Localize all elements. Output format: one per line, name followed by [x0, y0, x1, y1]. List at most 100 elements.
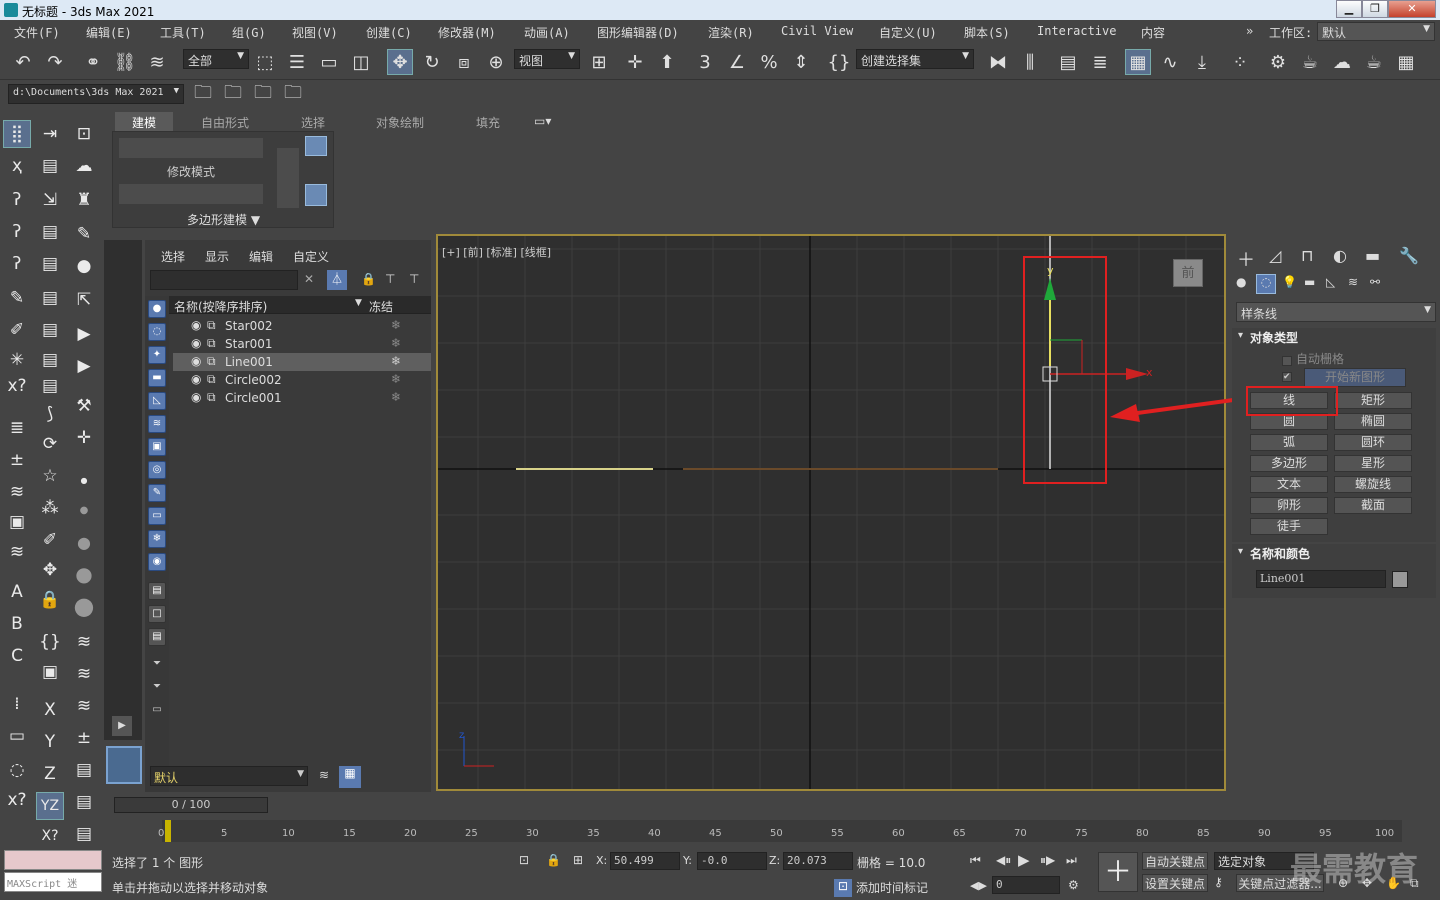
rotate-icon[interactable]: ⟳: [36, 430, 64, 458]
list-item[interactable]: ◉ ⧉ Star002 ❄: [173, 317, 431, 335]
filter-bones-icon[interactable]: ✎: [148, 484, 166, 502]
paint-sphere-icon[interactable]: ●: [70, 252, 98, 280]
filter-containers-icon[interactable]: ▭: [148, 507, 166, 525]
funnel2-icon[interactable]: ⏷: [148, 679, 166, 697]
text-button[interactable]: 文本: [1250, 476, 1328, 493]
clear-search-icon[interactable]: ✕: [304, 272, 314, 286]
axis-yz-icon[interactable]: YZ: [36, 792, 64, 820]
menu-overflow-icon[interactable]: »: [1246, 24, 1253, 38]
stack-icon[interactable]: ≣: [3, 414, 31, 442]
braces-icon[interactable]: {}: [36, 628, 64, 656]
pan-icon[interactable]: ✋: [1386, 876, 1401, 890]
select-by-name-icon[interactable]: ☰: [284, 49, 310, 75]
workspace-dropdown[interactable]: 默认 ▼: [1317, 22, 1435, 41]
snap-icon[interactable]: ʔ: [3, 186, 31, 214]
time-tag-icon[interactable]: ⊡: [834, 879, 852, 897]
start-new-shape-checkbox[interactable]: ✔: [1282, 372, 1292, 382]
tab-object-paint[interactable]: 对象绘制: [370, 112, 430, 131]
expand-arrow-icon[interactable]: ▶: [112, 716, 132, 736]
select-object-icon[interactable]: ⬚: [252, 49, 278, 75]
layers-icon[interactable]: ≋: [3, 478, 31, 506]
category-dropdown[interactable]: 样条线 ▼: [1236, 302, 1436, 322]
play2-icon[interactable]: ▶: [70, 352, 98, 380]
freeze-icon[interactable]: ❄: [391, 390, 401, 404]
geometry-icon[interactable]: ●: [1236, 275, 1246, 289]
rectangle-button[interactable]: 矩形: [1334, 392, 1412, 409]
text-b-icon[interactable]: B: [3, 610, 31, 638]
maximize-viewport-icon[interactable]: ⧉: [1410, 876, 1419, 891]
project-settings-icon[interactable]: 🗀: [280, 82, 306, 108]
absolute-mode-icon[interactable]: ⊞: [573, 853, 583, 867]
window-crossing-icon[interactable]: ◫: [348, 49, 374, 75]
selection-lock-icon[interactable]: 🔒: [546, 853, 561, 867]
create-tab-icon[interactable]: ＋: [1237, 246, 1255, 272]
folder-icon[interactable]: ▭: [148, 702, 166, 720]
viewport-front[interactable]: [+] [前] [标准] [线框] y x z 前: [436, 234, 1226, 791]
ribbon-tool-a-icon[interactable]: [305, 136, 327, 156]
x-coord-field[interactable]: 50.499: [610, 852, 680, 870]
key-filter-icon[interactable]: ⚷: [1214, 875, 1223, 889]
menu-group[interactable]: 组(G): [232, 24, 266, 41]
isolate-icon[interactable]: ⊡: [519, 853, 529, 867]
menu-create[interactable]: 创建(C): [366, 24, 412, 41]
place-icon[interactable]: ⊕: [483, 49, 509, 75]
export-icon[interactable]: ⇲: [36, 186, 64, 214]
list-item[interactable]: ◉ ⧉ Circle001 ❄: [173, 389, 431, 407]
filter-hidden-icon[interactable]: ◉: [148, 553, 166, 571]
select-manipulate-icon[interactable]: ✛: [622, 49, 648, 75]
edit-named-selection-icon[interactable]: {}: [826, 49, 852, 75]
axis-x-icon[interactable]: X: [36, 696, 64, 724]
shapes-icon[interactable]: ◌: [1256, 274, 1276, 294]
auto-grid-checkbox[interactable]: [1282, 356, 1292, 366]
circle-dots-icon[interactable]: ◌: [3, 756, 31, 784]
egg-button[interactable]: 卵形: [1250, 497, 1328, 514]
stack6-icon[interactable]: ▤: [36, 346, 64, 374]
xform-icon[interactable]: x?: [3, 372, 31, 400]
funnel-icon[interactable]: ⏷: [148, 656, 166, 674]
scene-menu-select[interactable]: 选择: [161, 248, 185, 265]
explode-icon[interactable]: ✳: [3, 346, 31, 374]
paint-icon[interactable]: ✎: [3, 284, 31, 312]
filter-icon[interactable]: ⏃: [327, 270, 347, 290]
lock-icon[interactable]: 🔒: [36, 586, 64, 614]
project-path-dropdown[interactable]: d:\Documents\3ds Max 2021 ▼: [8, 84, 184, 104]
spacewarps-icon[interactable]: ≋: [1348, 275, 1358, 289]
lock-icon[interactable]: 🔒: [361, 272, 376, 286]
set-key-icon[interactable]: ＋: [1098, 852, 1138, 892]
motion-tab-icon[interactable]: ◐: [1333, 246, 1347, 265]
project-folder-icon[interactable]: 🗀: [190, 82, 216, 108]
filter-none-icon[interactable]: □: [148, 605, 166, 623]
filter-groups-icon[interactable]: ▣: [148, 438, 166, 456]
shirt-icon[interactable]: ♜: [70, 186, 98, 214]
snap3-icon[interactable]: ʔ: [3, 250, 31, 278]
filter-xrefs-icon[interactable]: ◎: [148, 461, 166, 479]
select-move-icon[interactable]: ✥: [387, 49, 413, 75]
xform-2-icon[interactable]: x?: [3, 786, 31, 814]
undo-icon[interactable]: ↶: [10, 49, 36, 75]
hierarchy-icon[interactable]: ⊤: [385, 272, 395, 286]
menu-edit[interactable]: 编辑(E): [86, 24, 132, 41]
filter-all-icon[interactable]: ▤: [148, 582, 166, 600]
table-icon[interactable]: ▤: [36, 152, 64, 180]
key-mode-icon[interactable]: ◀▶: [970, 879, 987, 892]
filter-frozen-icon[interactable]: ❄: [148, 530, 166, 548]
star-button[interactable]: 星形: [1334, 455, 1412, 472]
utilities-tab-icon[interactable]: 🔧: [1399, 246, 1419, 265]
filter-helpers-icon[interactable]: ◺: [148, 392, 166, 410]
bind-spacewarp-icon[interactable]: ≋: [144, 49, 170, 75]
filter-spacewarps-icon[interactable]: ≋: [148, 415, 166, 433]
keyboard-shortcut-icon[interactable]: ⬆: [654, 49, 680, 75]
curve-editor-icon[interactable]: ∿: [1157, 49, 1183, 75]
named-selection-dropdown[interactable]: 创建选择集 ▼: [856, 49, 974, 69]
current-frame-field[interactable]: 0: [992, 876, 1060, 894]
box-icon[interactable]: ▣: [36, 658, 64, 686]
track-bar[interactable]: 0 5 10 15 20 25 30 35 40 45 50 55 60 65 …: [158, 820, 1402, 842]
add-time-tag[interactable]: 添加时间标记: [856, 879, 928, 896]
freeze-icon[interactable]: ❄: [391, 336, 401, 350]
material-editor-icon[interactable]: ⚙: [1265, 49, 1291, 75]
lights-icon[interactable]: 💡: [1282, 275, 1297, 289]
rect-selection-icon[interactable]: ▭: [316, 49, 342, 75]
sort-arrow-icon[interactable]: ▼: [355, 298, 362, 308]
go-start-icon[interactable]: ⏮: [970, 853, 981, 868]
ruler-icon[interactable]: ▭: [3, 722, 31, 750]
